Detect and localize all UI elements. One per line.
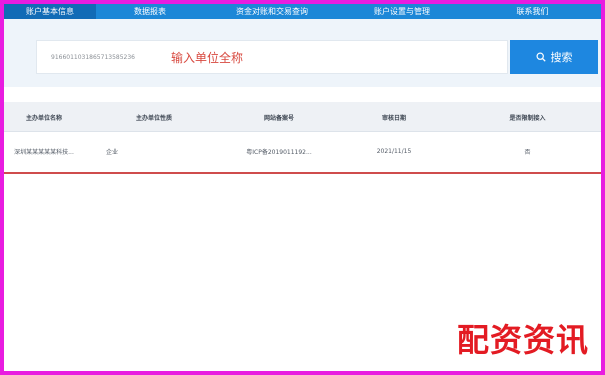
- cell-unit-type: 企业: [106, 149, 119, 156]
- cell-record-number: 粤ICP备2019011192...: [246, 149, 312, 156]
- cell-review-date: 2021/11/15: [376, 148, 412, 155]
- top-navigation: 账户基本信息 数据报表 资金对账和交易查询 账户设置与管理 联系我们: [4, 4, 601, 19]
- column-header-record-number: 网站备案号: [263, 114, 294, 122]
- cell-access-restricted: 否: [524, 149, 531, 156]
- column-header-review-date: 审核日期: [381, 114, 406, 122]
- nav-tab-reports[interactable]: 数据报表: [96, 4, 204, 19]
- cell-unit-name: 深圳某某某某某科技...: [14, 149, 74, 156]
- search-button[interactable]: 搜索: [510, 40, 598, 74]
- column-header-unit-type: 主办单位性质: [135, 114, 172, 122]
- search-hint-text: 输入单位全称: [171, 50, 244, 65]
- table-row[interactable]: 深圳某某某某某科技... 企业 粤ICP备2019011192... 2021/…: [4, 133, 601, 170]
- watermark: 配资资讯: [456, 321, 589, 359]
- search-icon: [535, 52, 546, 62]
- column-header-access-restricted: 是否限制接入: [509, 114, 546, 122]
- column-header-unit-name: 主办单位名称: [25, 114, 62, 122]
- search-input-value: 9166011031865713585236: [51, 53, 135, 61]
- search-button-label: 搜索: [550, 52, 573, 64]
- nav-tab-fund-reconciliation[interactable]: 资金对账和交易查询: [204, 4, 340, 19]
- search-input[interactable]: 9166011031865713585236 输入单位全称: [36, 40, 508, 74]
- results-table: 主办单位名称 主办单位性质 网站备案号 审核日期 是否限制接入 深圳某某某某某科…: [4, 102, 601, 174]
- nav-tab-contact-us[interactable]: 联系我们: [464, 4, 601, 19]
- nav-tab-account-settings[interactable]: 账户设置与管理: [340, 4, 464, 19]
- screenshot-frame: 账户基本信息 数据报表 资金对账和交易查询 账户设置与管理 联系我们 91660…: [0, 0, 605, 375]
- table-header: 主办单位名称 主办单位性质 网站备案号 审核日期 是否限制接入: [4, 102, 601, 132]
- nav-tab-account-info[interactable]: 账户基本信息: [4, 4, 96, 19]
